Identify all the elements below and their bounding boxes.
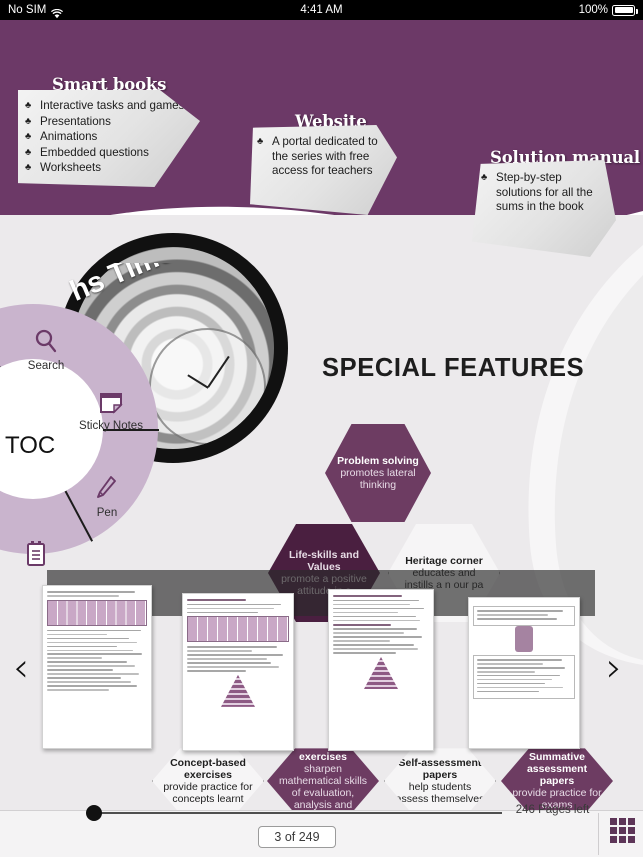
ereader-app: No SIM 4:41 AM 100% Smart books ♣ Intera… bbox=[0, 0, 643, 857]
callout-solution-manual: Step-by-step solutions for all the sums … bbox=[472, 160, 616, 257]
chevron-right-icon: › bbox=[606, 645, 622, 691]
sticky-note-icon bbox=[65, 392, 157, 418]
tool-pen[interactable]: Pen bbox=[61, 475, 153, 520]
feature-subtext: promotes lateral thinking bbox=[340, 467, 416, 491]
pen-icon bbox=[61, 475, 153, 505]
tool-pen-label: Pen bbox=[96, 507, 118, 519]
status-bar: No SIM 4:41 AM 100% bbox=[0, 0, 643, 20]
chevron-left-icon: ‹ bbox=[0, 432, 1, 460]
tool-toc-label: TOC bbox=[5, 432, 56, 459]
next-page-button[interactable]: › bbox=[606, 648, 622, 688]
feature-heading: Self-assessment papers bbox=[398, 757, 482, 781]
figure-icon bbox=[515, 625, 533, 652]
feature-subtext: sharpen mathematical skills of evaluatio… bbox=[278, 763, 368, 810]
pages-left-label: 246 Pages left bbox=[515, 804, 590, 816]
list-item: Embedded questions bbox=[24, 146, 192, 161]
clock-label: 4:41 AM bbox=[300, 4, 343, 16]
thumbnail-strip[interactable] bbox=[40, 585, 610, 760]
tool-toc[interactable]: ‹ TOC bbox=[0, 432, 102, 460]
list-item: Presentations bbox=[24, 115, 192, 130]
list-item: Animations bbox=[24, 130, 192, 145]
chevron-left-icon: ‹ bbox=[13, 645, 29, 691]
prev-page-button[interactable]: ‹ bbox=[13, 648, 29, 688]
feature-subtext: help students assess themselves bbox=[395, 781, 485, 805]
page-indicator[interactable]: 3 of 249 bbox=[258, 826, 336, 848]
tool-sticky-notes-label: Sticky Notes bbox=[79, 420, 143, 432]
search-icon bbox=[0, 328, 92, 358]
thumbnail-question-box bbox=[473, 606, 575, 626]
book-page[interactable]: Smart books Interactive tasks and games … bbox=[0, 20, 643, 810]
grid-view-icon[interactable] bbox=[608, 817, 636, 843]
clock-face bbox=[148, 327, 266, 445]
page-title: SPECIAL FEATURES bbox=[322, 354, 585, 382]
callout-solution-manual-list: Step-by-step solutions for all the sums … bbox=[480, 171, 610, 215]
feature-heading: Problem solving bbox=[337, 455, 419, 467]
tool-clipboard[interactable] bbox=[0, 540, 82, 574]
page-thumbnail[interactable] bbox=[468, 597, 580, 749]
list-item: A portal dedicated to the series with fr… bbox=[256, 135, 391, 179]
callout-website-list: A portal dedicated to the series with fr… bbox=[256, 135, 391, 179]
feature-heading: Heritage corner bbox=[405, 555, 483, 567]
battery-percent-label: 100% bbox=[578, 4, 608, 16]
list-item: Step-by-step solutions for all the sums … bbox=[480, 171, 610, 215]
clipboard-icon bbox=[0, 540, 82, 572]
pyramid-figure-icon bbox=[221, 674, 255, 707]
page-slider-handle[interactable] bbox=[86, 805, 102, 821]
tool-search-label: Search bbox=[27, 360, 65, 372]
page-thumbnail[interactable] bbox=[182, 593, 294, 751]
status-bar-right: 100% bbox=[578, 0, 638, 20]
battery-full-icon bbox=[612, 4, 638, 16]
tool-sticky-notes[interactable]: Sticky Notes bbox=[65, 392, 157, 433]
page-thumbnail[interactable] bbox=[42, 585, 152, 749]
callout-smart-books-list: Interactive tasks and games Presentation… bbox=[24, 99, 192, 176]
feature-subtext: provide practice for concepts learnt bbox=[163, 781, 253, 805]
page-slider-track[interactable] bbox=[92, 812, 502, 814]
pyramid-figure-icon bbox=[364, 656, 398, 689]
thumbnail-question-box bbox=[473, 654, 575, 699]
feature-heading: Concept-based exercises bbox=[170, 757, 246, 781]
toolbar-divider bbox=[598, 813, 599, 855]
page-thumbnail[interactable] bbox=[328, 589, 434, 751]
tool-search[interactable]: Search bbox=[0, 328, 92, 373]
list-item: Interactive tasks and games bbox=[24, 99, 192, 114]
